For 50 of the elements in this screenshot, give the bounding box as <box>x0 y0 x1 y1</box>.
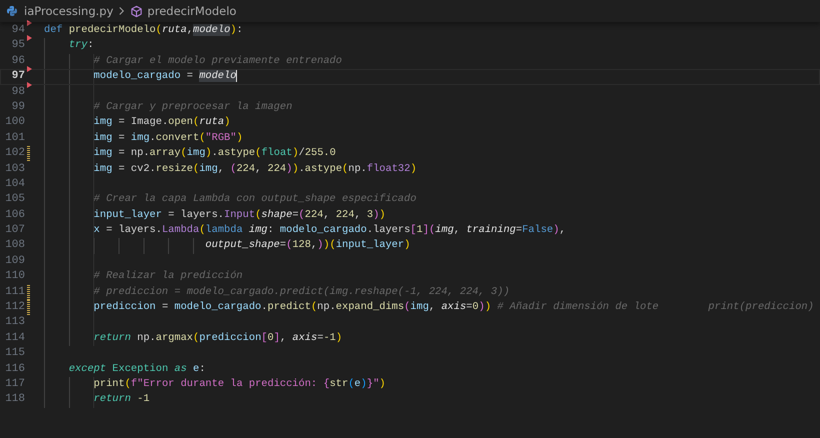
line-number: 117 <box>4 376 25 392</box>
line-number: 109 <box>4 254 25 269</box>
code-line: # Cargar el modelo previamente entrenado <box>94 54 342 69</box>
breadcrumb-file[interactable]: iaProcessing.py <box>24 4 114 18</box>
code-line: img = Image.open(ruta) <box>94 115 230 130</box>
line-number: 96 <box>10 54 25 69</box>
line-number: 108 <box>4 238 25 254</box>
code-line: # Cargar y preprocesar la imagen <box>94 100 292 115</box>
code-line: # Realizar la predicción <box>94 269 243 284</box>
line-number: 114 <box>4 330 25 346</box>
line-number: 106 <box>4 208 25 223</box>
line-number: 104 <box>4 176 25 192</box>
code-line: input_layer = layers.Input(shape=(224, 224, 3)) <box>94 208 386 223</box>
code-line: x = layers.Lambda(lambda img: modelo_cargado.layers[1](img, training=False), <box>94 223 566 238</box>
line-number: 107 <box>4 223 25 238</box>
python-file-icon <box>6 5 18 17</box>
line-number: 111 <box>4 284 25 300</box>
code-line: output_shape=(128,))(input_layer) <box>205 238 410 254</box>
code-line: def predecirModelo(ruta,modelo): <box>44 23 243 38</box>
line-number: 118 <box>4 392 25 408</box>
line-number: 98 <box>10 84 25 100</box>
chevron-right-icon <box>118 6 126 16</box>
line-number: 100 <box>4 115 25 130</box>
line-number: 112 <box>4 300 25 316</box>
line-number: 105 <box>4 192 25 208</box>
code-line: return np.argmax(prediccion[0], axis=-1) <box>94 330 342 346</box>
code-line: modelo_cargado = modelo <box>94 69 238 84</box>
line-number: 116 <box>4 362 25 377</box>
code-line: img = cv2.resize(img, (224, 224)).astype(np.float32) <box>94 162 417 177</box>
code-line: try: <box>68 38 94 54</box>
code-line: img = np.array(img).astype(float)/255.0 <box>94 146 336 162</box>
code-line: img = img.convert("RGB") <box>94 130 243 146</box>
line-number: 113 <box>4 315 25 330</box>
code-line: # prediccion = modelo_cargado.predict(img.reshape(-1, 224, 224, 3)) <box>94 284 510 300</box>
line-number: 94 <box>10 23 25 38</box>
line-number: 97 <box>10 69 25 84</box>
line-number: 99 <box>10 100 25 115</box>
breadcrumb-symbol[interactable]: predecirModelo <box>147 4 236 18</box>
line-number: 103 <box>4 162 25 177</box>
code-line: return -1 <box>94 392 150 408</box>
code-line: prediccion = modelo_cargado.predict(np.expand_dims(img, axis=0)) # Añadir dimensión de lote print(prediccion) <box>94 300 814 316</box>
code-line: # Crear la capa Lambda con output_shape especificado <box>94 192 416 208</box>
cube-icon <box>130 4 144 18</box>
line-number: 115 <box>4 346 25 362</box>
line-number: 102 <box>4 146 25 162</box>
code-line: print(f"Error durante la predicción: {str(e)}") <box>94 376 386 392</box>
line-number: 95 <box>10 38 25 54</box>
line-number: 101 <box>4 130 25 146</box>
line-number: 110 <box>4 269 25 284</box>
code-line: except Exception as e: <box>68 362 206 377</box>
